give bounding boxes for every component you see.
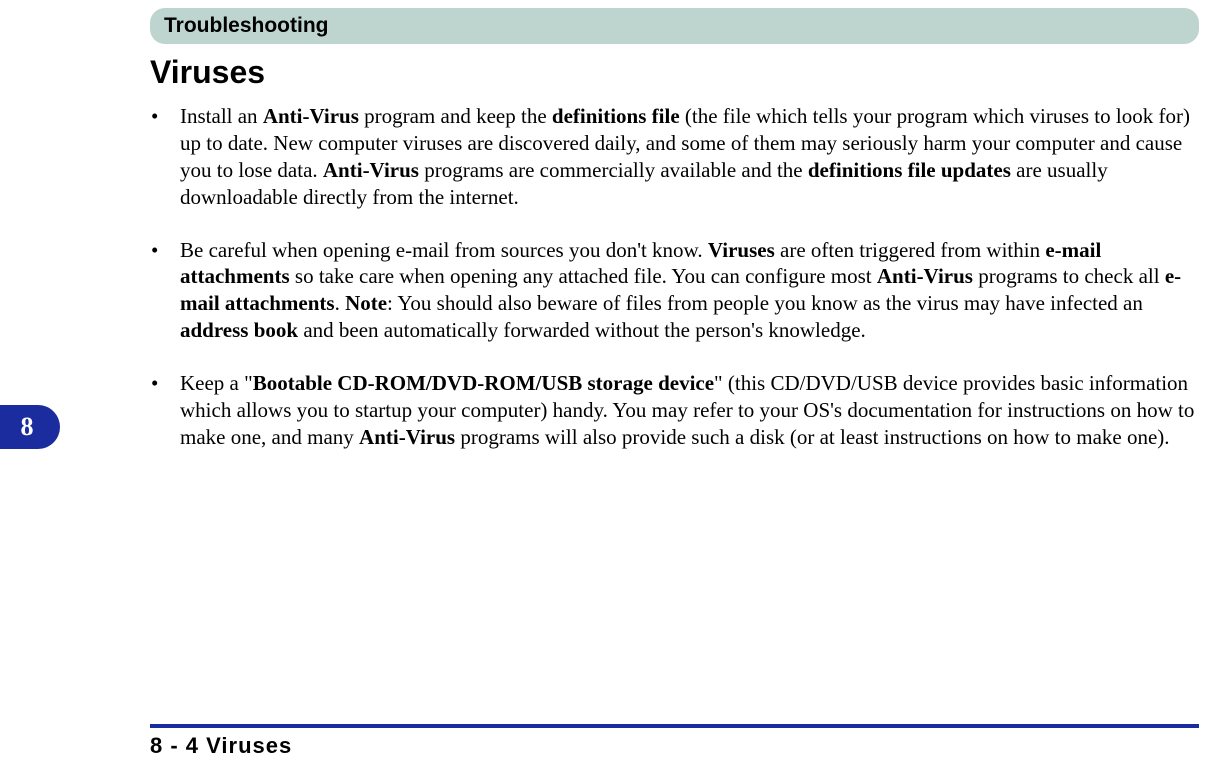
- section-banner-title: Troubleshooting: [164, 14, 1185, 38]
- page-title: Viruses: [150, 54, 1199, 91]
- bullet-list: •Install an Anti-Virus program and keep …: [150, 103, 1199, 451]
- footer-text: 8 - 4 Viruses: [150, 733, 292, 759]
- footer-rule: [150, 724, 1199, 728]
- bullet-item: •Keep a "Bootable CD-ROM/DVD-ROM/USB sto…: [150, 370, 1199, 451]
- section-banner: Troubleshooting: [150, 8, 1199, 44]
- bullet-marker: •: [150, 103, 180, 211]
- chapter-tab: 8: [0, 405, 60, 449]
- bullet-text: Keep a "Bootable CD-ROM/DVD-ROM/USB stor…: [180, 370, 1199, 451]
- bullet-marker: •: [150, 370, 180, 451]
- content-area: Troubleshooting Viruses •Install an Anti…: [150, 8, 1199, 477]
- bullet-item: •Install an Anti-Virus program and keep …: [150, 103, 1199, 211]
- bullet-text: Install an Anti-Virus program and keep t…: [180, 103, 1199, 211]
- bullet-item: •Be careful when opening e-mail from sou…: [150, 237, 1199, 345]
- chapter-number: 8: [21, 412, 34, 442]
- bullet-marker: •: [150, 237, 180, 345]
- bullet-text: Be careful when opening e-mail from sour…: [180, 237, 1199, 345]
